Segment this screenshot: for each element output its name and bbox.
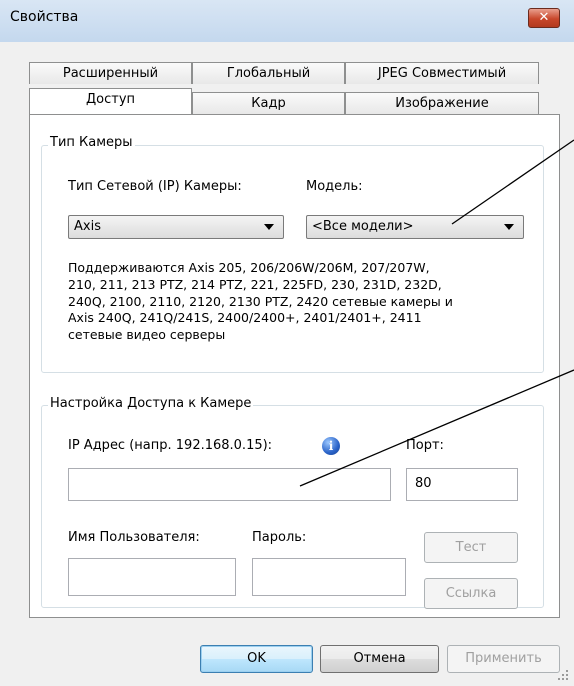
test-button[interactable]: Тест: [424, 532, 518, 563]
password-label: Пароль:: [252, 530, 307, 545]
model-value: <Все модели>: [312, 219, 414, 234]
model-select[interactable]: <Все модели>: [306, 215, 524, 239]
tab-image-label: Изображение: [395, 96, 489, 111]
info-icon[interactable]: i: [322, 437, 340, 455]
password-input[interactable]: [252, 558, 406, 596]
network-camera-value: Axis: [74, 219, 101, 234]
username-input[interactable]: [68, 558, 236, 596]
camera-access-legend: Настройка Доступа к Камере: [48, 396, 254, 411]
camera-type-legend: Тип Камеры: [48, 135, 135, 150]
tab-image[interactable]: Изображение: [345, 92, 539, 114]
description-line: 210, 211, 213 PTZ, 214 PTZ, 221, 225FD, …: [68, 276, 442, 292]
tab-frame[interactable]: Кадр: [192, 92, 345, 114]
tab-frame-label: Кадр: [251, 96, 286, 111]
cancel-button[interactable]: Отмена: [320, 645, 439, 673]
description-line: сетевые видео серверы: [68, 327, 226, 343]
port-value: 80: [415, 476, 432, 491]
ok-button[interactable]: OK: [200, 645, 313, 673]
cancel-button-label: Отмена: [353, 651, 406, 666]
model-label: Модель:: [306, 179, 363, 194]
window-title: Свойства: [10, 9, 79, 25]
link-button-label: Ссылка: [445, 586, 497, 601]
description-line: Поддерживаются Axis 205, 206/206W/206M, …: [68, 260, 430, 275]
ok-button-label: OK: [247, 651, 266, 666]
tab-advanced-label: Расширенный: [62, 66, 159, 81]
ip-address-input[interactable]: [68, 468, 391, 501]
username-label: Имя Пользователя:: [68, 530, 200, 545]
link-button[interactable]: Ссылка: [424, 578, 518, 609]
port-input[interactable]: 80: [406, 468, 518, 501]
title-bar[interactable]: Свойства ✕: [0, 0, 574, 42]
description-line: Axis 240Q, 241Q/241S, 2400/2400+, 2401/2…: [68, 310, 422, 326]
close-button[interactable]: ✕: [528, 8, 560, 28]
ip-address-label: IP Адрес (напр. 192.168.0.15):: [68, 438, 273, 453]
test-button-label: Тест: [455, 540, 487, 555]
properties-dialog: Свойства ✕ Расширенный Глобальный JPEG С…: [0, 0, 574, 686]
apply-button[interactable]: Применить: [447, 645, 560, 673]
tab-advanced[interactable]: Расширенный: [29, 62, 192, 84]
close-icon: ✕: [538, 10, 550, 25]
network-camera-select[interactable]: Axis: [68, 215, 284, 239]
resize-grip-icon[interactable]: [556, 668, 570, 682]
tab-access-label: Доступ: [85, 92, 136, 107]
port-label: Порт:: [406, 438, 444, 453]
supported-models-text: Поддерживаются Axis 205, 206/206W/206M, …: [68, 260, 538, 344]
tab-global-label: Глобальный: [226, 66, 311, 81]
description-line: 240Q, 2100, 2110, 2120, 2130 PTZ, 2420 с…: [68, 293, 453, 309]
tab-global[interactable]: Глобальный: [192, 62, 345, 84]
chevron-down-icon: [504, 224, 514, 230]
tab-jpeg-compatible[interactable]: JPEG Совместимый: [345, 62, 539, 84]
tab-access[interactable]: Доступ: [29, 88, 192, 114]
chevron-down-icon: [264, 224, 274, 230]
apply-button-label: Применить: [465, 651, 542, 666]
tab-jpeg-label: JPEG Совместимый: [377, 66, 507, 81]
network-camera-label: Тип Сетевой (IP) Камеры:: [68, 179, 242, 194]
